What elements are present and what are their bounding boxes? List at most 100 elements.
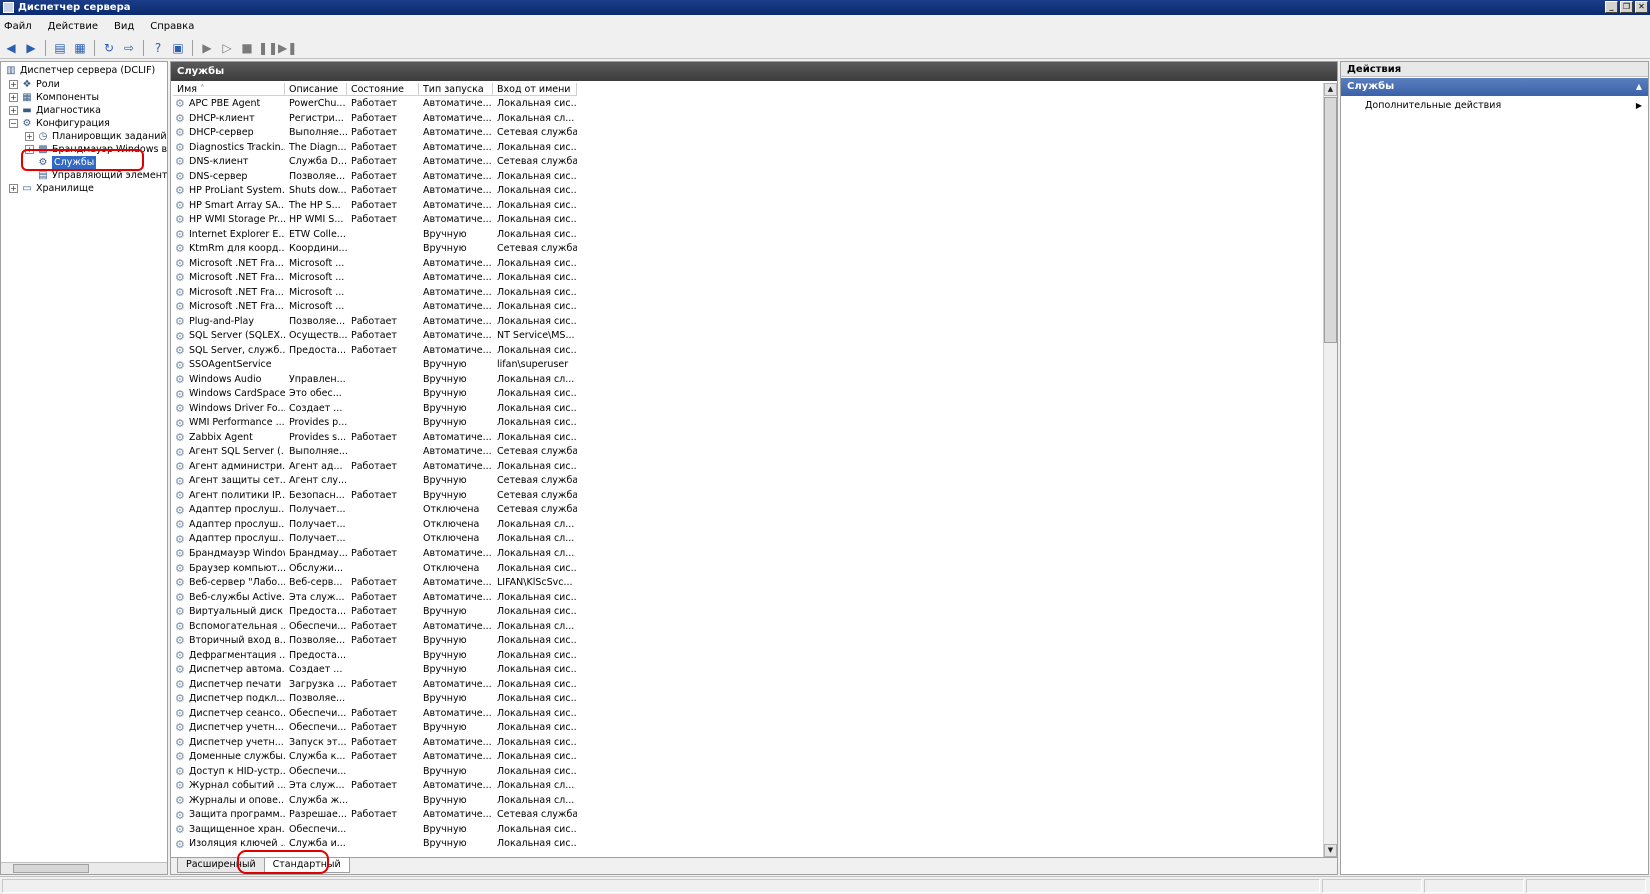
table-row[interactable]: ⚙ DHCP-клиент Регистри... Работает Автоматич… — [173, 112, 1323, 127]
table-row[interactable]: ⚙ Веб-службы Active... Эта служ... Работает… — [173, 591, 1323, 606]
table-row[interactable]: ⚙ Microsoft .NET Fra... Microsoft ... Автом… — [173, 300, 1323, 315]
table-row[interactable]: ⚙ Microsoft .NET Fra... Microsoft ... Автом… — [173, 257, 1323, 272]
more-actions-item[interactable]: Дополнительные действия ▶ — [1341, 98, 1648, 114]
menu-file[interactable]: Файл — [4, 21, 32, 32]
table-row[interactable]: ⚙ DHCP-сервер Выполняе... Работает Автоматич… — [173, 126, 1323, 141]
tree-horizontal-scrollbar[interactable] — [1, 862, 167, 874]
table-row[interactable]: ⚙ Дефрагментация ... Предоста... Вручную Лок… — [173, 649, 1323, 664]
start-service-icon[interactable]: ▶ — [198, 39, 216, 57]
table-row[interactable]: ⚙ Диспетчер сеансо... Обеспечи... Работает А… — [173, 707, 1323, 722]
table-row[interactable]: ⚙ Windows Audio Управлен... Вручную Локальна… — [173, 373, 1323, 388]
expand-icon[interactable]: + — [9, 80, 18, 89]
stop-service-icon[interactable]: ■ — [238, 39, 256, 57]
table-row[interactable]: ⚙ Доменные службы... Служба к... Работает Ав… — [173, 750, 1323, 765]
scrollbar-thumb[interactable] — [1324, 97, 1337, 343]
maximize-button[interactable]: ❐ — [1620, 1, 1633, 13]
pause-service-icon[interactable]: ❚❚ — [258, 39, 278, 57]
table-row[interactable]: ⚙ Журнал событий ... Эта служ... Работает Ав… — [173, 779, 1323, 794]
refresh-icon[interactable]: ↻ — [100, 39, 118, 57]
table-row[interactable]: ⚙ Диспетчер печати Загрузка ... Работает Авт… — [173, 678, 1323, 693]
properties-icon[interactable]: ▣ — [169, 39, 187, 57]
tree-label-diagnostics: Диагностика — [36, 105, 101, 116]
column-header-log-on-as[interactable]: Вход от имени — [493, 83, 577, 96]
collapse-icon[interactable]: − — [9, 119, 18, 128]
table-row[interactable]: ⚙ Windows Driver Fo... Создает ... Вручную Л… — [173, 402, 1323, 417]
back-arrow-icon[interactable]: ◀ — [2, 39, 20, 57]
table-row[interactable]: ⚙ Доступ к HID-устр... Обеспечи... Вручную Л… — [173, 765, 1323, 780]
tree-node-components[interactable]: + ▦ Компоненты — [9, 91, 99, 104]
table-row[interactable]: ⚙ Браузер компьют... Обслужи... Отключена Ло… — [173, 562, 1323, 577]
minimize-button[interactable]: _ — [1605, 1, 1618, 13]
vertical-scrollbar[interactable]: ▲ ▼ — [1323, 83, 1337, 857]
table-row[interactable]: ⚙ Журналы и опове... Служба ж... Вручную Лок… — [173, 794, 1323, 809]
table-row[interactable]: ⚙ SQL Server, служб... Предоста... Работает… — [173, 344, 1323, 359]
forward-arrow-icon[interactable]: ▶ — [22, 39, 40, 57]
table-row[interactable]: ⚙ Диспетчер учетн... Обеспечи... Работает Вр… — [173, 721, 1323, 736]
table-row[interactable]: ⚙ Агент администри... Агент ад... Работает А… — [173, 460, 1323, 475]
table-row[interactable]: ⚙ Диспетчер автома... Создает ... Вручную Ло… — [173, 663, 1323, 678]
export-list-icon[interactable]: ⇨ — [120, 39, 138, 57]
up-folder-icon[interactable]: ▤ — [51, 39, 69, 57]
menu-action[interactable]: Действие — [48, 21, 98, 32]
tree-node-configuration[interactable]: − ⚙ Конфигурация — [9, 117, 110, 130]
table-row[interactable]: ⚙ HP ProLiant System... Shuts dow... Работа… — [173, 184, 1323, 199]
table-row[interactable]: ⚙ Агент защиты сет... Агент слу... Вручную С… — [173, 474, 1323, 489]
table-row[interactable]: ⚙ Агент SQL Server (... Выполняе... Автомат… — [173, 445, 1323, 460]
expand-icon[interactable]: + — [9, 93, 18, 102]
tree-node-roles[interactable]: + ❖ Роли — [9, 78, 60, 91]
column-header-status[interactable]: Состояние — [347, 83, 419, 96]
table-row[interactable]: ⚙ Агент политики IP... Безопасн... Работает… — [173, 489, 1323, 504]
table-row[interactable]: ⚙ SQL Server (SQLEX... Осуществ... Работает… — [173, 329, 1323, 344]
table-row[interactable]: ⚙ Защищенное хран... Обеспечи... Вручную Лок… — [173, 823, 1323, 838]
table-row[interactable]: ⚙ Диспетчер подкл... Позволяе... Вручную Лок… — [173, 692, 1323, 707]
column-header-name[interactable]: Имя ˄ — [173, 83, 285, 96]
table-row[interactable]: ⚙ Microsoft .NET Fra... Microsoft ... Автом… — [173, 271, 1323, 286]
table-row[interactable]: ⚙ Брандмауэр Windows Брандмау... Работает Ав… — [173, 547, 1323, 562]
table-row[interactable]: ⚙ DNS-сервер Позволяе... Работает Автоматиче… — [173, 170, 1323, 185]
tree-node-root[interactable]: ▥ Диспетчер сервера (DCLIF) — [5, 64, 155, 77]
table-row[interactable]: ⚙ Изоляция ключей ... Служба и... Вручную Ло… — [173, 837, 1323, 852]
tree-node-storage[interactable]: + ▭ Хранилище — [9, 182, 94, 195]
close-button[interactable]: ✕ — [1635, 1, 1648, 13]
table-row[interactable]: ⚙ KtmRm для коорд... Координи... Вручную Сет… — [173, 242, 1323, 257]
scroll-down-arrow-icon[interactable]: ▼ — [1324, 844, 1337, 857]
table-row[interactable]: ⚙ Вторичный вход в... Позволяе... Работает В… — [173, 634, 1323, 649]
table-row[interactable]: ⚙ HP Smart Array SA... The HP S... Работает… — [173, 199, 1323, 214]
menu-view[interactable]: Вид — [114, 21, 134, 32]
table-row[interactable]: ⚙ Адаптер прослуш... Получает... Отключена Л… — [173, 518, 1323, 533]
collapse-caret-icon[interactable]: ▲ — [1636, 78, 1642, 96]
expand-icon[interactable]: + — [9, 106, 18, 115]
restart-service-icon[interactable]: ▶❚ — [278, 39, 297, 57]
help-icon[interactable]: ? — [149, 39, 167, 57]
table-row[interactable]: ⚙ Internet Explorer E... ETW Colle... Вручн… — [173, 228, 1323, 243]
scrollbar-thumb[interactable] — [13, 864, 89, 873]
table-row[interactable]: ⚙ SSOAgentService Вручную lifan\superuser — [173, 358, 1323, 373]
column-header-description[interactable]: Описание — [285, 83, 347, 96]
tree-node-task-scheduler[interactable]: + ◷ Планировщик заданий — [25, 130, 167, 143]
table-row[interactable]: ⚙ DNS-клиент Служба D... Работает Автоматиче… — [173, 155, 1323, 170]
table-row[interactable]: ⚙ Адаптер прослуш... Получает... Отключена С… — [173, 503, 1323, 518]
show-hide-tree-icon[interactable]: ▦ — [71, 39, 89, 57]
table-row[interactable]: ⚙ Адаптер прослуш... Получает... Отключена Л… — [173, 532, 1323, 547]
table-row[interactable]: ⚙ WMI Performance ... Provides p... Вручную… — [173, 416, 1323, 431]
table-row[interactable]: ⚙ Microsoft .NET Fra... Microsoft ... Автом… — [173, 286, 1323, 301]
table-row[interactable]: ⚙ Защита программ... Разрешае... Работает Ав… — [173, 808, 1323, 823]
table-row[interactable]: ⚙ Виртуальный диск Предоста... Работает Вруч… — [173, 605, 1323, 620]
tree-node-diagnostics[interactable]: + ▬ Диагностика — [9, 104, 101, 117]
expand-icon[interactable]: + — [9, 184, 18, 193]
table-row[interactable]: ⚙ APC PBE Agent PowerChu... Работает Автомат… — [173, 97, 1323, 112]
actions-group-services[interactable]: Службы ▲ — [1341, 78, 1648, 96]
table-row[interactable]: ⚙ Вспомогательная ... Обеспечи... Работает А… — [173, 620, 1323, 635]
table-row[interactable]: ⚙ Диспетчер учетн... Запуск эт... Работает А… — [173, 736, 1323, 751]
table-row[interactable]: ⚙ Zabbix Agent Provides s... Работает Автома… — [173, 431, 1323, 446]
menu-help[interactable]: Справка — [150, 21, 194, 32]
table-row[interactable]: ⚙ Веб-сервер "Лабо... Веб-серв... Работает А… — [173, 576, 1323, 591]
table-row[interactable]: ⚙ Diagnostics Trackin... The Diagn... Работ… — [173, 141, 1323, 156]
column-header-startup-type[interactable]: Тип запуска — [419, 83, 493, 96]
table-row[interactable]: ⚙ HP WMI Storage Pr... HP WMI S... Работает… — [173, 213, 1323, 228]
table-row[interactable]: ⚙ Windows CardSpace Это обес... Вручную Лока… — [173, 387, 1323, 402]
expand-icon[interactable]: + — [25, 132, 34, 141]
table-row[interactable]: ⚙ Plug-and-Play Позволяе... Работает Автомат… — [173, 315, 1323, 330]
scroll-up-arrow-icon[interactable]: ▲ — [1324, 83, 1337, 96]
play-icon[interactable]: ▷ — [218, 39, 236, 57]
